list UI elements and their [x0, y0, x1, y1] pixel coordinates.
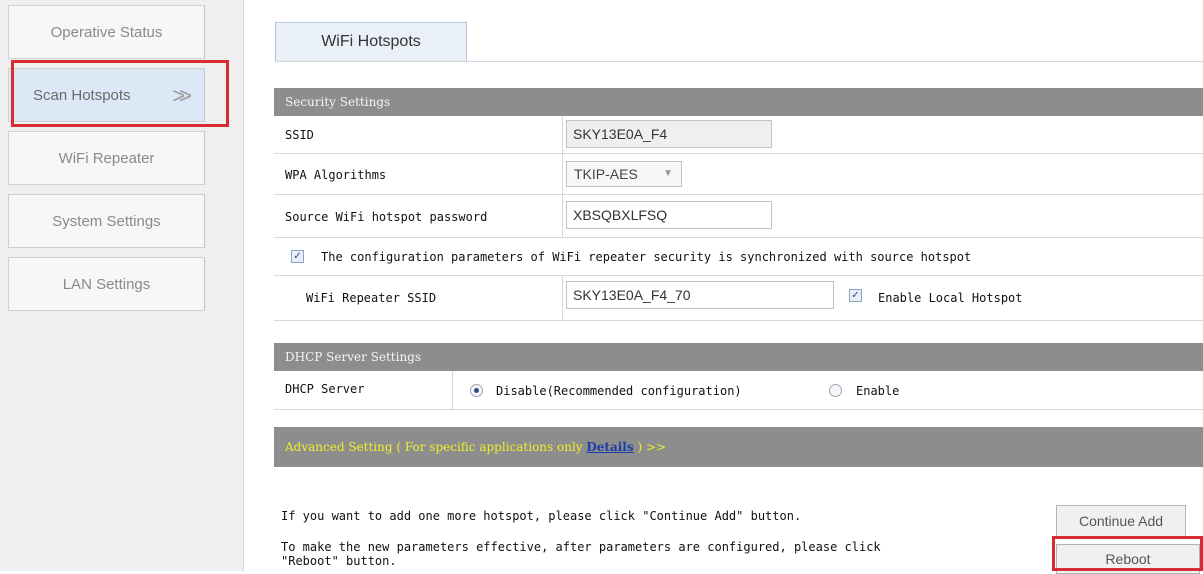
ssid-label: SSID	[285, 128, 314, 142]
advanced-setting-bar: Advanced Setting ( For specific applicat…	[274, 427, 1203, 467]
security-settings-header: Security Settings	[274, 88, 1203, 116]
wpa-select-value: TKIP-AES	[574, 166, 638, 182]
ssid-row: SSID SKY13E0A_F4	[274, 116, 1203, 154]
sync-row: ✓ The configuration parameters of WiFi r…	[274, 238, 1203, 276]
local-hotspot-label: Enable Local Hotspot	[878, 291, 1023, 305]
sidebar-item-operative-status[interactable]: Operative Status	[8, 5, 205, 59]
repeater-ssid-field[interactable]: SKY13E0A_F4_70	[566, 281, 834, 309]
wpa-row: WPA Algorithms TKIP-AES ▼	[274, 154, 1203, 195]
sidebar-item-wifi-repeater[interactable]: WiFi Repeater	[8, 131, 205, 185]
advanced-text-after: ) >>	[637, 440, 667, 454]
tab-divider	[275, 61, 1203, 62]
reboot-hint-line-1: To make the new parameters effective, af…	[281, 540, 881, 554]
sidebar-item-label: Operative Status	[50, 23, 163, 41]
dhcp-enable-radio[interactable]	[829, 384, 842, 397]
continue-add-button-label: Continue Add	[1078, 513, 1164, 529]
advanced-text-before: Advanced Setting ( For specific applicat…	[285, 440, 587, 454]
tab-wifi-hotspots[interactable]: WiFi Hotspots	[275, 22, 467, 62]
chevron-down-icon: ▼	[663, 168, 673, 179]
repeater-ssid-row: WiFi Repeater SSID SKY13E0A_F4_70 ✓ Enab…	[274, 276, 1203, 321]
highlight-box-scan-hotspots	[11, 60, 229, 127]
sidebar-item-label: LAN Settings	[62, 275, 151, 293]
wpa-label: WPA Algorithms	[285, 168, 387, 182]
sidebar-item-label: WiFi Repeater	[58, 149, 155, 167]
dhcp-enable-label: Enable	[856, 384, 900, 398]
dhcp-disable-radio[interactable]	[470, 384, 483, 397]
sidebar-item-label: System Settings	[52, 212, 161, 230]
dhcp-server-label: DHCP Server	[285, 382, 365, 396]
dhcp-disable-label: Disable(Recommended configuration)	[496, 384, 742, 398]
password-row: Source WiFi hotspot password XBSQBXLFSQ	[274, 195, 1203, 238]
highlight-box-reboot	[1052, 536, 1203, 571]
reboot-hint-line-2: "Reboot" button.	[281, 554, 397, 568]
dhcp-server-row: DHCP Server Disable(Recommended configur…	[274, 371, 1203, 410]
password-field[interactable]: XBSQBXLFSQ	[566, 201, 772, 229]
sidebar-item-system-settings[interactable]: System Settings	[8, 194, 205, 248]
repeater-ssid-label: WiFi Repeater SSID	[306, 291, 437, 305]
password-label: Source WiFi hotspot password	[285, 210, 488, 224]
tab-label: WiFi Hotspots	[321, 33, 421, 50]
wpa-algorithm-select[interactable]: TKIP-AES ▼	[566, 161, 682, 187]
continue-add-button[interactable]: Continue Add	[1056, 505, 1186, 537]
reboot-hint: To make the new parameters effective, af…	[281, 540, 881, 568]
local-hotspot-checkbox[interactable]: ✓	[849, 289, 862, 302]
dhcp-settings-header: DHCP Server Settings	[274, 343, 1203, 371]
sidebar-item-lan-settings[interactable]: LAN Settings	[8, 257, 205, 311]
sync-label: The configuration parameters of WiFi rep…	[321, 250, 972, 264]
details-link[interactable]: Details	[586, 440, 633, 454]
sync-checkbox[interactable]: ✓	[291, 250, 304, 263]
ssid-field[interactable]: SKY13E0A_F4	[566, 120, 772, 148]
continue-add-hint: If you want to add one more hotspot, ple…	[281, 509, 802, 523]
